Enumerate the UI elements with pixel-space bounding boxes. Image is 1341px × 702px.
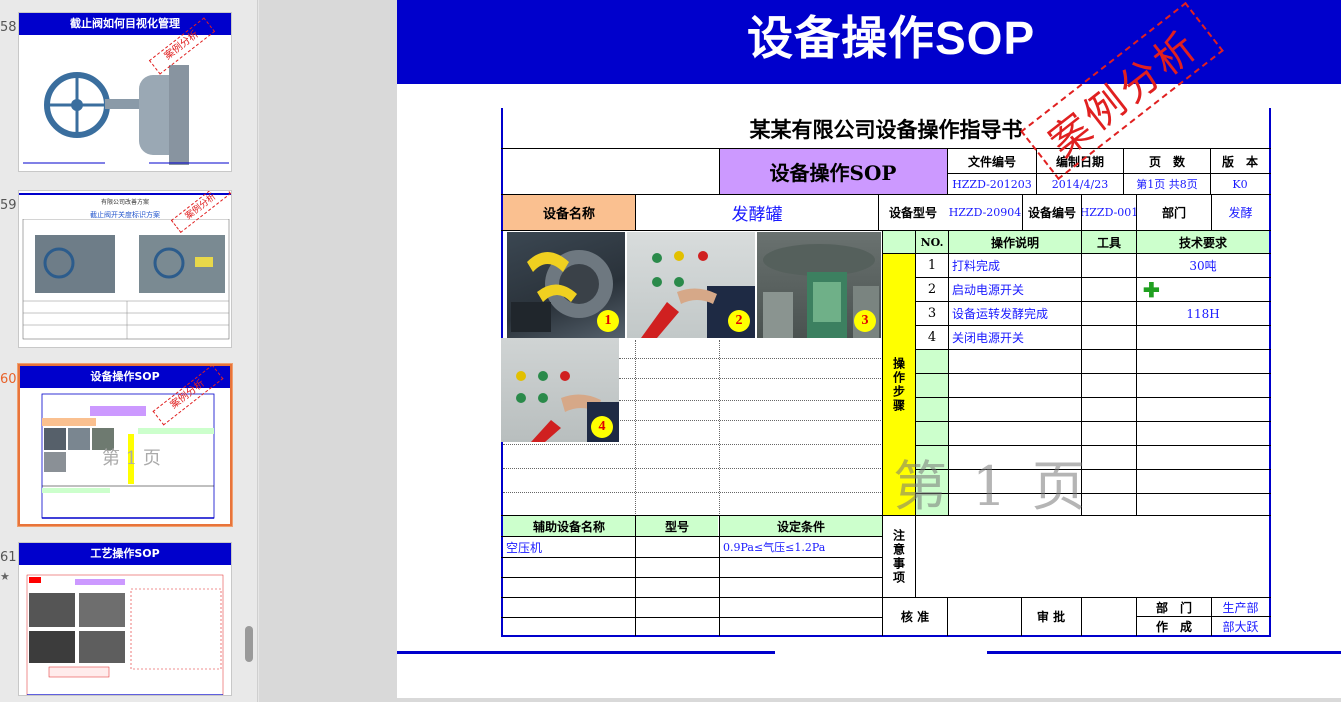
pages-value: 第1页 共8页 <box>1136 178 1198 191</box>
file-no-label: 文件编号 <box>967 154 1016 169</box>
photo-badge-2: 2 <box>728 310 750 332</box>
step-4-no: 4 <box>916 326 948 349</box>
dept-label: 部门 <box>1161 206 1186 220</box>
slide-number-61: 61 <box>0 550 17 565</box>
animation-star-icon: ★ <box>0 570 10 583</box>
step-1-desc: 打料完成 <box>952 259 1001 273</box>
step-4-desc: 关闭电源开关 <box>952 331 1025 345</box>
footer-line-left <box>397 651 775 654</box>
step-2-plus-icon: ✚ <box>1143 278 1160 301</box>
approve-label: 核 准 <box>900 610 930 624</box>
slide-thumbnail-61[interactable]: 工艺操作SOP <box>18 542 232 696</box>
slide-title[interactable]: 设备操作SOP <box>747 2 1035 68</box>
pages-label: 页 数 <box>1148 154 1185 169</box>
version-value: K0 <box>1232 177 1248 191</box>
scrollbar-thumb[interactable] <box>245 626 253 662</box>
photo-badge-1: 1 <box>597 310 619 332</box>
sop-document[interactable]: 某某有限公司设备操作指导书 设备操作SOP 文件编号 编制日期 页 数 版 本 … <box>501 108 1271 638</box>
thumbnail-watermark: 第 1 页 <box>102 448 161 469</box>
step-1-tool <box>1082 254 1136 277</box>
steps-tool-header: 工具 <box>1082 231 1136 253</box>
dept-sign-value: 生产部 <box>1222 600 1259 615</box>
slide-thumbnail-60[interactable]: 设备操作SOP 第 1 页 案例分析 <box>18 364 232 526</box>
aux-row-1-model <box>636 537 718 557</box>
thumbnail-title: 工艺操作SOP <box>19 543 231 565</box>
file-no-value: HZZD-201203 <box>952 177 1032 191</box>
equip-no-label: 设备编号 <box>1027 206 1076 220</box>
step-3-no: 3 <box>916 302 948 325</box>
step-2-tool <box>1082 278 1136 301</box>
equip-name-value: 发酵罐 <box>731 205 783 225</box>
steps-req-header: 技术要求 <box>1137 231 1269 253</box>
steps-desc-header: 操作说明 <box>949 231 1081 253</box>
thumbnail-scrollbar[interactable] <box>242 0 256 702</box>
dept-value: 发酵 <box>1228 206 1253 220</box>
aux-row-1-name: 空压机 <box>506 540 543 555</box>
aux-name-header: 辅助设备名称 <box>503 516 635 536</box>
photo-badge-3: 3 <box>854 310 876 332</box>
slide-number-60: 60 <box>0 372 17 387</box>
review-label: 审 批 <box>1036 610 1066 624</box>
equip-name-label: 设备名称 <box>503 195 635 230</box>
aux-cond-header: 设定条件 <box>720 516 882 536</box>
equip-model-label: 设备型号 <box>888 206 937 220</box>
steps-no-header: NO. <box>916 231 948 253</box>
slide-number-59: 59 <box>0 198 17 213</box>
step-2-desc: 启动电源开关 <box>952 283 1025 297</box>
step-2-no: 2 <box>916 278 948 301</box>
equip-model-value: HZZD-20904 <box>948 206 1022 219</box>
step-3-req: 118H <box>1186 306 1220 321</box>
step-3-tool <box>1082 302 1136 325</box>
footer-line-right <box>987 651 1341 654</box>
author-value: 部大跃 <box>1222 619 1259 634</box>
aux-model-header: 型号 <box>636 516 718 536</box>
step-4-tool <box>1082 326 1136 349</box>
photo-badge-4: 4 <box>591 416 613 438</box>
slide-thumbnail-pane[interactable]: 58 截止阀如何目视化管理 案例分析 59 有限公司改善方案 截止阀开关度标识方… <box>0 0 258 702</box>
step-4-req <box>1137 326 1269 349</box>
slide-editing-canvas[interactable]: 设备操作SOP 某某有限公司设备操作指导书 设备操作SOP 文件编号 编制日期 … <box>259 0 1341 702</box>
step-1-req: 30吨 <box>1189 259 1217 273</box>
version-label: 版 本 <box>1221 154 1258 169</box>
slide-number-58: 58 <box>0 20 17 35</box>
page-watermark: 第 1 页 <box>893 455 1090 518</box>
company-doc-title: 某某有限公司设备操作指导书 <box>749 117 1023 142</box>
equip-no-value: HZZD-001 <box>1082 206 1136 219</box>
sop-label: 设备操作SOP <box>719 149 947 194</box>
document-preview <box>26 574 224 695</box>
step-3-desc: 设备运转发酵完成 <box>952 307 1049 321</box>
aux-row-1-cond: 0.9Pa≤气压≤1.2Pa <box>723 541 826 554</box>
step-1-no: 1 <box>916 254 948 277</box>
valve-image <box>23 65 229 165</box>
slide-thumbnail-59[interactable]: 有限公司改善方案 截止阀开关度标识方案 案例分析 <box>18 190 232 348</box>
date-value: 2014/4/23 <box>1051 177 1109 191</box>
dept-sign-label: 部 门 <box>1155 600 1192 615</box>
notes-label: 注意事项 <box>891 529 906 585</box>
author-label: 作 成 <box>1155 619 1192 634</box>
slide-thumbnail-58[interactable]: 截止阀如何目视化管理 案例分析 <box>18 12 232 172</box>
slide-60[interactable]: 设备操作SOP 某某有限公司设备操作指导书 设备操作SOP 文件编号 编制日期 … <box>397 0 1341 698</box>
document-preview <box>22 219 230 340</box>
